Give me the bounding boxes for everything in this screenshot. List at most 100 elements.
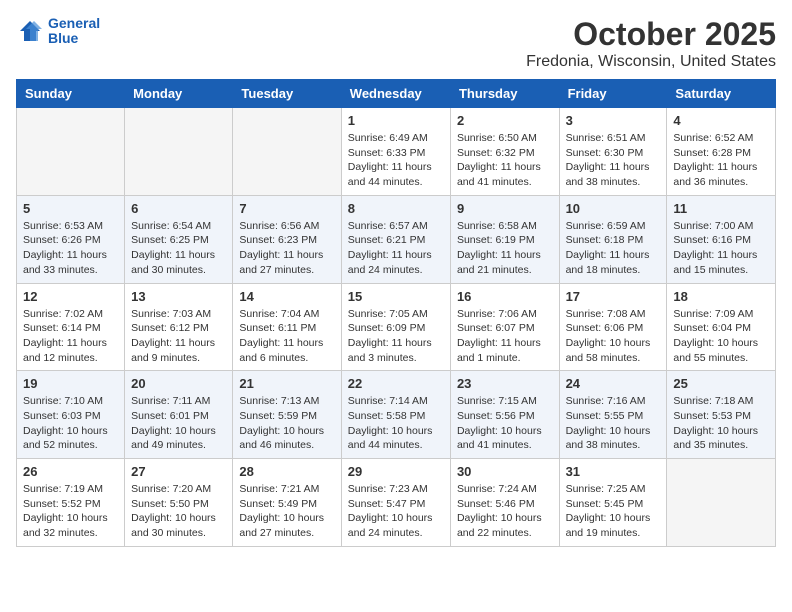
day-number: 28 xyxy=(239,464,334,479)
day-number: 12 xyxy=(23,289,118,304)
calendar-cell: 25 Sunrise: 7:18 AM Sunset: 5:53 PM Dayli… xyxy=(667,371,776,459)
weekday-header-sunday: Sunday xyxy=(17,80,125,108)
logo-text: General Blue xyxy=(48,16,100,47)
day-number: 6 xyxy=(131,201,226,216)
calendar-cell xyxy=(233,108,341,196)
calendar-cell: 2Sunrise: 6:50 AM Sunset: 6:32 PM Daylig… xyxy=(450,108,559,196)
weekday-header-thursday: Thursday xyxy=(450,80,559,108)
weekday-header-friday: Friday xyxy=(559,80,667,108)
day-info: Sunrise: 6:59 AM Sunset: 6:18 PM Dayligh… xyxy=(566,219,661,278)
day-info: Sunrise: 6:50 AM Sunset: 6:32 PM Dayligh… xyxy=(457,131,553,190)
calendar-cell: 15 Sunrise: 7:05 AM Sunset: 6:09 PM Dayli… xyxy=(341,283,450,371)
day-number: 19 xyxy=(23,376,118,391)
week-row-1: 1Sunrise: 6:49 AM Sunset: 6:33 PM Daylig… xyxy=(17,108,776,196)
calendar-cell: 24 Sunrise: 7:16 AM Sunset: 5:55 PM Dayli… xyxy=(559,371,667,459)
calendar-cell: 9Sunrise: 6:58 AM Sunset: 6:19 PM Daylig… xyxy=(450,195,559,283)
calendar-cell xyxy=(667,459,776,547)
location: Fredonia, Wisconsin, United States xyxy=(526,53,776,71)
logo-line2: Blue xyxy=(48,31,100,46)
day-info: Sunrise: 7:06 AM Sunset: 6:07 PM Dayligh… xyxy=(457,307,553,366)
month-title: October 2025 xyxy=(526,16,776,53)
day-number: 8 xyxy=(348,201,444,216)
day-number: 15 xyxy=(348,289,444,304)
day-info: Sunrise: 7:10 AM Sunset: 6:03 PM Dayligh… xyxy=(23,394,118,453)
day-number: 5 xyxy=(23,201,118,216)
day-number: 21 xyxy=(239,376,334,391)
calendar-cell: 18Sunrise: 7:09 AM Sunset: 6:04 PM Dayli… xyxy=(667,283,776,371)
calendar-cell: 30 Sunrise: 7:24 AM Sunset: 5:46 PM Dayli… xyxy=(450,459,559,547)
day-info: Sunrise: 7:19 AM Sunset: 5:52 PM Dayligh… xyxy=(23,482,118,541)
day-info: Sunrise: 7:24 AM Sunset: 5:46 PM Dayligh… xyxy=(457,482,553,541)
calendar-cell: 21 Sunrise: 7:13 AM Sunset: 5:59 PM Dayli… xyxy=(233,371,341,459)
day-number: 24 xyxy=(566,376,661,391)
weekday-header-wednesday: Wednesday xyxy=(341,80,450,108)
calendar-cell: 29 Sunrise: 7:23 AM Sunset: 5:47 PM Dayli… xyxy=(341,459,450,547)
day-number: 14 xyxy=(239,289,334,304)
day-number: 17 xyxy=(566,289,661,304)
day-info: Sunrise: 7:25 AM Sunset: 5:45 PM Dayligh… xyxy=(566,482,661,541)
day-number: 29 xyxy=(348,464,444,479)
calendar-cell: 7 Sunrise: 6:56 AM Sunset: 6:23 PM Daylig… xyxy=(233,195,341,283)
week-row-3: 12 Sunrise: 7:02 AM Sunset: 6:14 PM Dayli… xyxy=(17,283,776,371)
day-info: Sunrise: 7:00 AM Sunset: 6:16 PM Dayligh… xyxy=(673,219,769,278)
day-info: Sunrise: 7:04 AM Sunset: 6:11 PM Dayligh… xyxy=(239,307,334,366)
day-info: Sunrise: 6:53 AM Sunset: 6:26 PM Dayligh… xyxy=(23,219,118,278)
day-info: Sunrise: 7:05 AM Sunset: 6:09 PM Dayligh… xyxy=(348,307,444,366)
calendar-cell: 6Sunrise: 6:54 AM Sunset: 6:25 PM Daylig… xyxy=(125,195,233,283)
day-info: Sunrise: 7:08 AM Sunset: 6:06 PM Dayligh… xyxy=(566,307,661,366)
calendar-cell: 22 Sunrise: 7:14 AM Sunset: 5:58 PM Dayli… xyxy=(341,371,450,459)
logo-line1: General xyxy=(48,15,100,31)
calendar-cell: 20Sunrise: 7:11 AM Sunset: 6:01 PM Dayli… xyxy=(125,371,233,459)
day-info: Sunrise: 7:13 AM Sunset: 5:59 PM Dayligh… xyxy=(239,394,334,453)
weekday-header-tuesday: Tuesday xyxy=(233,80,341,108)
title-section: October 2025 Fredonia, Wisconsin, United… xyxy=(526,16,776,71)
weekday-header-monday: Monday xyxy=(125,80,233,108)
day-number: 9 xyxy=(457,201,553,216)
page-header: General Blue October 2025 Fredonia, Wisc… xyxy=(16,16,776,71)
calendar-cell: 13 Sunrise: 7:03 AM Sunset: 6:12 PM Dayli… xyxy=(125,283,233,371)
day-info: Sunrise: 7:23 AM Sunset: 5:47 PM Dayligh… xyxy=(348,482,444,541)
day-info: Sunrise: 6:56 AM Sunset: 6:23 PM Dayligh… xyxy=(239,219,334,278)
calendar-cell: 19 Sunrise: 7:10 AM Sunset: 6:03 PM Dayli… xyxy=(17,371,125,459)
calendar-cell: 28 Sunrise: 7:21 AM Sunset: 5:49 PM Dayli… xyxy=(233,459,341,547)
calendar-cell: 11 Sunrise: 7:00 AM Sunset: 6:16 PM Dayli… xyxy=(667,195,776,283)
calendar-cell: 1Sunrise: 6:49 AM Sunset: 6:33 PM Daylig… xyxy=(341,108,450,196)
day-info: Sunrise: 7:02 AM Sunset: 6:14 PM Dayligh… xyxy=(23,307,118,366)
day-number: 22 xyxy=(348,376,444,391)
day-info: Sunrise: 7:18 AM Sunset: 5:53 PM Dayligh… xyxy=(673,394,769,453)
weekday-header-saturday: Saturday xyxy=(667,80,776,108)
day-number: 16 xyxy=(457,289,553,304)
day-info: Sunrise: 6:52 AM Sunset: 6:28 PM Dayligh… xyxy=(673,131,769,190)
calendar-cell: 10 Sunrise: 6:59 AM Sunset: 6:18 PM Dayli… xyxy=(559,195,667,283)
day-number: 23 xyxy=(457,376,553,391)
day-info: Sunrise: 7:15 AM Sunset: 5:56 PM Dayligh… xyxy=(457,394,553,453)
day-info: Sunrise: 7:14 AM Sunset: 5:58 PM Dayligh… xyxy=(348,394,444,453)
logo-icon xyxy=(16,17,44,45)
weekday-header-row: SundayMondayTuesdayWednesdayThursdayFrid… xyxy=(17,80,776,108)
day-number: 7 xyxy=(239,201,334,216)
day-info: Sunrise: 6:51 AM Sunset: 6:30 PM Dayligh… xyxy=(566,131,661,190)
day-number: 30 xyxy=(457,464,553,479)
day-number: 4 xyxy=(673,113,769,128)
calendar-cell xyxy=(125,108,233,196)
calendar-cell: 12 Sunrise: 7:02 AM Sunset: 6:14 PM Dayli… xyxy=(17,283,125,371)
day-info: Sunrise: 7:16 AM Sunset: 5:55 PM Dayligh… xyxy=(566,394,661,453)
day-info: Sunrise: 6:49 AM Sunset: 6:33 PM Dayligh… xyxy=(348,131,444,190)
week-row-5: 26Sunrise: 7:19 AM Sunset: 5:52 PM Dayli… xyxy=(17,459,776,547)
calendar-cell: 5 Sunrise: 6:53 AM Sunset: 6:26 PM Daylig… xyxy=(17,195,125,283)
calendar-cell: 27Sunrise: 7:20 AM Sunset: 5:50 PM Dayli… xyxy=(125,459,233,547)
day-number: 10 xyxy=(566,201,661,216)
day-number: 25 xyxy=(673,376,769,391)
day-info: Sunrise: 7:21 AM Sunset: 5:49 PM Dayligh… xyxy=(239,482,334,541)
day-number: 20 xyxy=(131,376,226,391)
calendar-cell xyxy=(17,108,125,196)
day-info: Sunrise: 6:57 AM Sunset: 6:21 PM Dayligh… xyxy=(348,219,444,278)
day-number: 13 xyxy=(131,289,226,304)
calendar-cell: 4 Sunrise: 6:52 AM Sunset: 6:28 PM Daylig… xyxy=(667,108,776,196)
day-info: Sunrise: 7:03 AM Sunset: 6:12 PM Dayligh… xyxy=(131,307,226,366)
day-number: 27 xyxy=(131,464,226,479)
day-number: 11 xyxy=(673,201,769,216)
calendar: SundayMondayTuesdayWednesdayThursdayFrid… xyxy=(16,79,776,547)
calendar-cell: 14 Sunrise: 7:04 AM Sunset: 6:11 PM Dayli… xyxy=(233,283,341,371)
calendar-cell: 8 Sunrise: 6:57 AM Sunset: 6:21 PM Daylig… xyxy=(341,195,450,283)
